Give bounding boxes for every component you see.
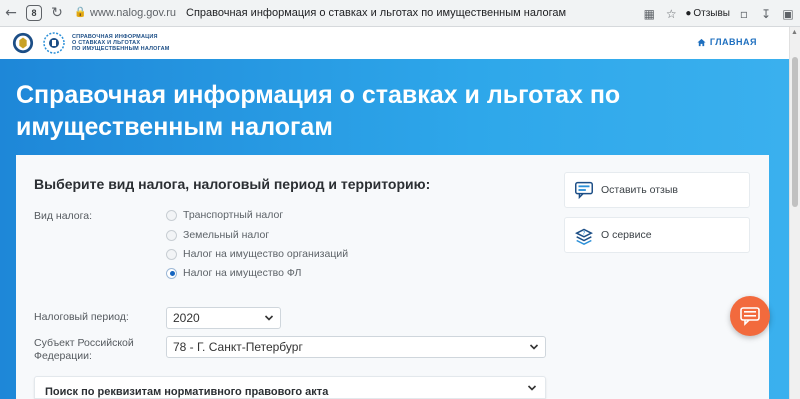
radio-button[interactable] [166, 209, 177, 221]
fns-emblem-icon [12, 32, 34, 54]
radio-button-selected[interactable] [166, 267, 177, 279]
page-title: Справочная информация о ставках и льгота… [16, 81, 621, 141]
scroll-thumb[interactable] [792, 57, 798, 207]
service-logo-icon [43, 32, 65, 54]
chat-button[interactable] [730, 296, 770, 336]
leave-feedback-button[interactable]: Оставить отзыв [564, 172, 750, 208]
feedback-label: Оставить отзыв [601, 184, 678, 196]
browser-toolbar: ← 8 ↻ 🔒 www.nalog.gov.ru Справочная инфо… [0, 0, 800, 27]
radio-transport-tax[interactable]: Транспортный налог [166, 209, 283, 221]
home-link-label: ГЛАВНАЯ [709, 37, 757, 47]
radio-button[interactable] [166, 248, 177, 260]
tax-period-select[interactable]: 2020 [166, 307, 281, 329]
reviews-button[interactable]: ● Отзывы [685, 8, 730, 19]
tax-period-value: 2020 [173, 311, 200, 325]
tax-period-label: Налоговый период: [34, 311, 129, 323]
section-title: Выберите вид налога, налоговый период и … [34, 176, 431, 192]
chevron-down-icon [529, 344, 539, 350]
logo-caption: СПРАВОЧНАЯ ИНФОРМАЦИЯ О СТАВКАХ И ЛЬГОТА… [72, 34, 170, 52]
svg-text:?: ? [583, 231, 586, 237]
search-by-act-accordion[interactable]: Поиск по реквизитам нормативного правово… [34, 376, 546, 399]
site-header: СПРАВОЧНАЯ ИНФОРМАЦИЯ О СТАВКАХ И ЛЬГОТА… [0, 27, 789, 59]
tab-icon[interactable]: ▫ [736, 6, 752, 22]
radio-individual-property-tax[interactable]: Налог на имущество ФЛ [166, 267, 301, 279]
chat-icon [740, 307, 760, 326]
back-icon[interactable]: ← [0, 2, 22, 24]
radio-label: Налог на имущество организаций [183, 248, 349, 260]
radio-land-tax[interactable]: Земельный налог [166, 229, 269, 241]
site-logo[interactable]: СПРАВОЧНАЯ ИНФОРМАЦИЯ О СТАВКАХ И ЛЬГОТА… [12, 31, 170, 55]
address-domain[interactable]: www.nalog.gov.ru [90, 7, 176, 19]
speech-bubble-icon: ● [685, 8, 692, 19]
lock-icon: 🔒 [74, 7, 87, 18]
radio-organization-property-tax[interactable]: Налог на имущество организаций [166, 248, 348, 260]
tax-type-label: Вид налога: [34, 210, 92, 222]
about-service-button[interactable]: ? О сервисе [564, 217, 750, 253]
home-link[interactable]: ГЛАВНАЯ [697, 37, 757, 47]
accordion-label: Поиск по реквизитам нормативного правово… [45, 386, 329, 398]
radio-label: Земельный налог [183, 229, 270, 241]
reviews-label: Отзывы [693, 8, 730, 19]
downloads-icon[interactable]: ↧ [758, 6, 774, 22]
chevron-down-icon [527, 385, 537, 391]
region-select[interactable]: 78 - Г. Санкт-Петербург [166, 336, 546, 358]
page-scrollbar[interactable]: ▲ [789, 27, 800, 399]
region-value: 78 - Г. Санкт-Петербург [173, 340, 303, 354]
reload-icon[interactable]: ↻ [46, 2, 68, 24]
reader-icon[interactable]: ▦ [641, 6, 657, 22]
region-label: Субъект Российской Федерации: [34, 337, 134, 363]
about-label: О сервисе [601, 229, 652, 241]
logo-caption-line: ПО ИМУЩЕСТВЕННЫМ НАЛОГАМ [72, 46, 170, 52]
radio-label: Транспортный налог [183, 209, 284, 221]
feedback-icon [575, 181, 593, 200]
radio-label: Налог на имущество ФЛ [183, 267, 302, 279]
region-label-line: Субъект Российской [34, 337, 134, 349]
region-label-line: Федерации: [34, 350, 92, 362]
chevron-down-icon [264, 315, 274, 321]
extensions-icon[interactable]: ▣ [780, 6, 796, 22]
scroll-up-icon[interactable]: ▲ [791, 29, 798, 36]
home-icon [697, 38, 706, 46]
tab-count-badge[interactable]: 8 [26, 5, 42, 21]
bookmark-icon[interactable]: ☆ [663, 6, 679, 22]
address-page-title[interactable]: Справочная информация о ставках и льгота… [186, 7, 570, 19]
about-service-icon: ? [575, 228, 593, 245]
radio-button[interactable] [166, 229, 177, 241]
